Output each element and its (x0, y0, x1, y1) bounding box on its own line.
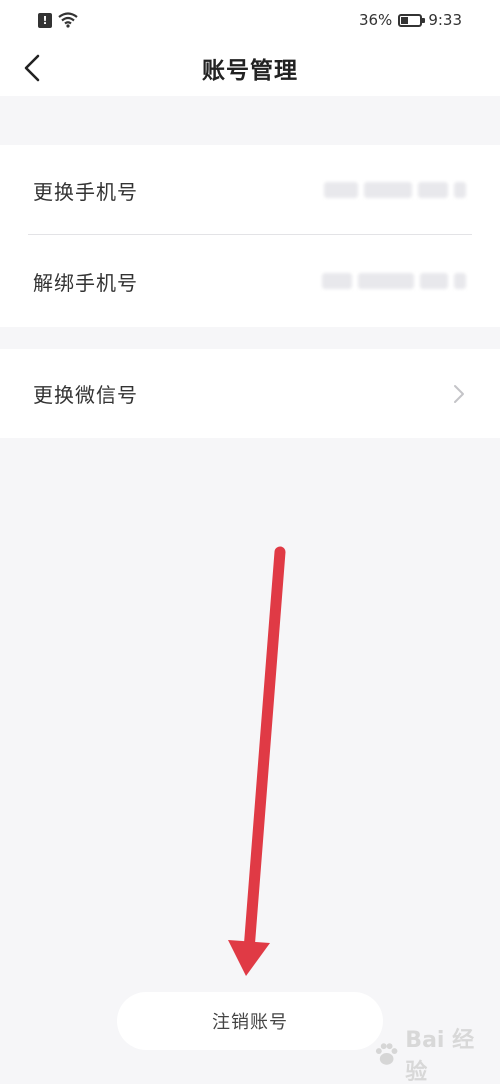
change-phone-row[interactable]: 更换手机号 (0, 145, 500, 235)
wechat-settings-card: 更换微信号 (0, 349, 500, 438)
clock: 9:33 (428, 11, 462, 29)
status-bar: ! 36% 9:33 (0, 0, 500, 40)
change-wechat-label: 更换微信号 (33, 383, 138, 407)
alert-icon: ! (38, 12, 52, 28)
chevron-left-icon (24, 54, 40, 82)
battery-percent: 36% (358, 11, 393, 29)
status-right: 36% 9:33 (359, 11, 462, 29)
watermark-text: Bai 经验 (405, 1028, 475, 1084)
unbind-phone-label: 解绑手机号 (33, 270, 138, 295)
battery-icon (398, 13, 426, 27)
deactivate-account-button[interactable]: 注销账号 (117, 992, 383, 1050)
change-wechat-row[interactable]: 更换微信号 (0, 349, 500, 438)
nav-bar: 账号管理 (0, 40, 500, 96)
masked-phone-value (306, 179, 466, 201)
wifi-icon (58, 12, 78, 28)
page-title: 账号管理 (202, 58, 298, 84)
divider (28, 234, 472, 235)
phone-settings-card: 更换手机号 解绑手机号 (0, 145, 500, 327)
paw-logo-icon (375, 1043, 398, 1065)
chevron-right-icon (454, 384, 464, 403)
watermark: Bai 经验 (372, 1028, 494, 1084)
status-left: ! (38, 12, 78, 28)
change-phone-label: 更换手机号 (33, 179, 138, 204)
back-button[interactable] (14, 48, 50, 88)
unbind-phone-row[interactable]: 解绑手机号 (0, 236, 500, 326)
masked-phone-value (306, 270, 466, 292)
